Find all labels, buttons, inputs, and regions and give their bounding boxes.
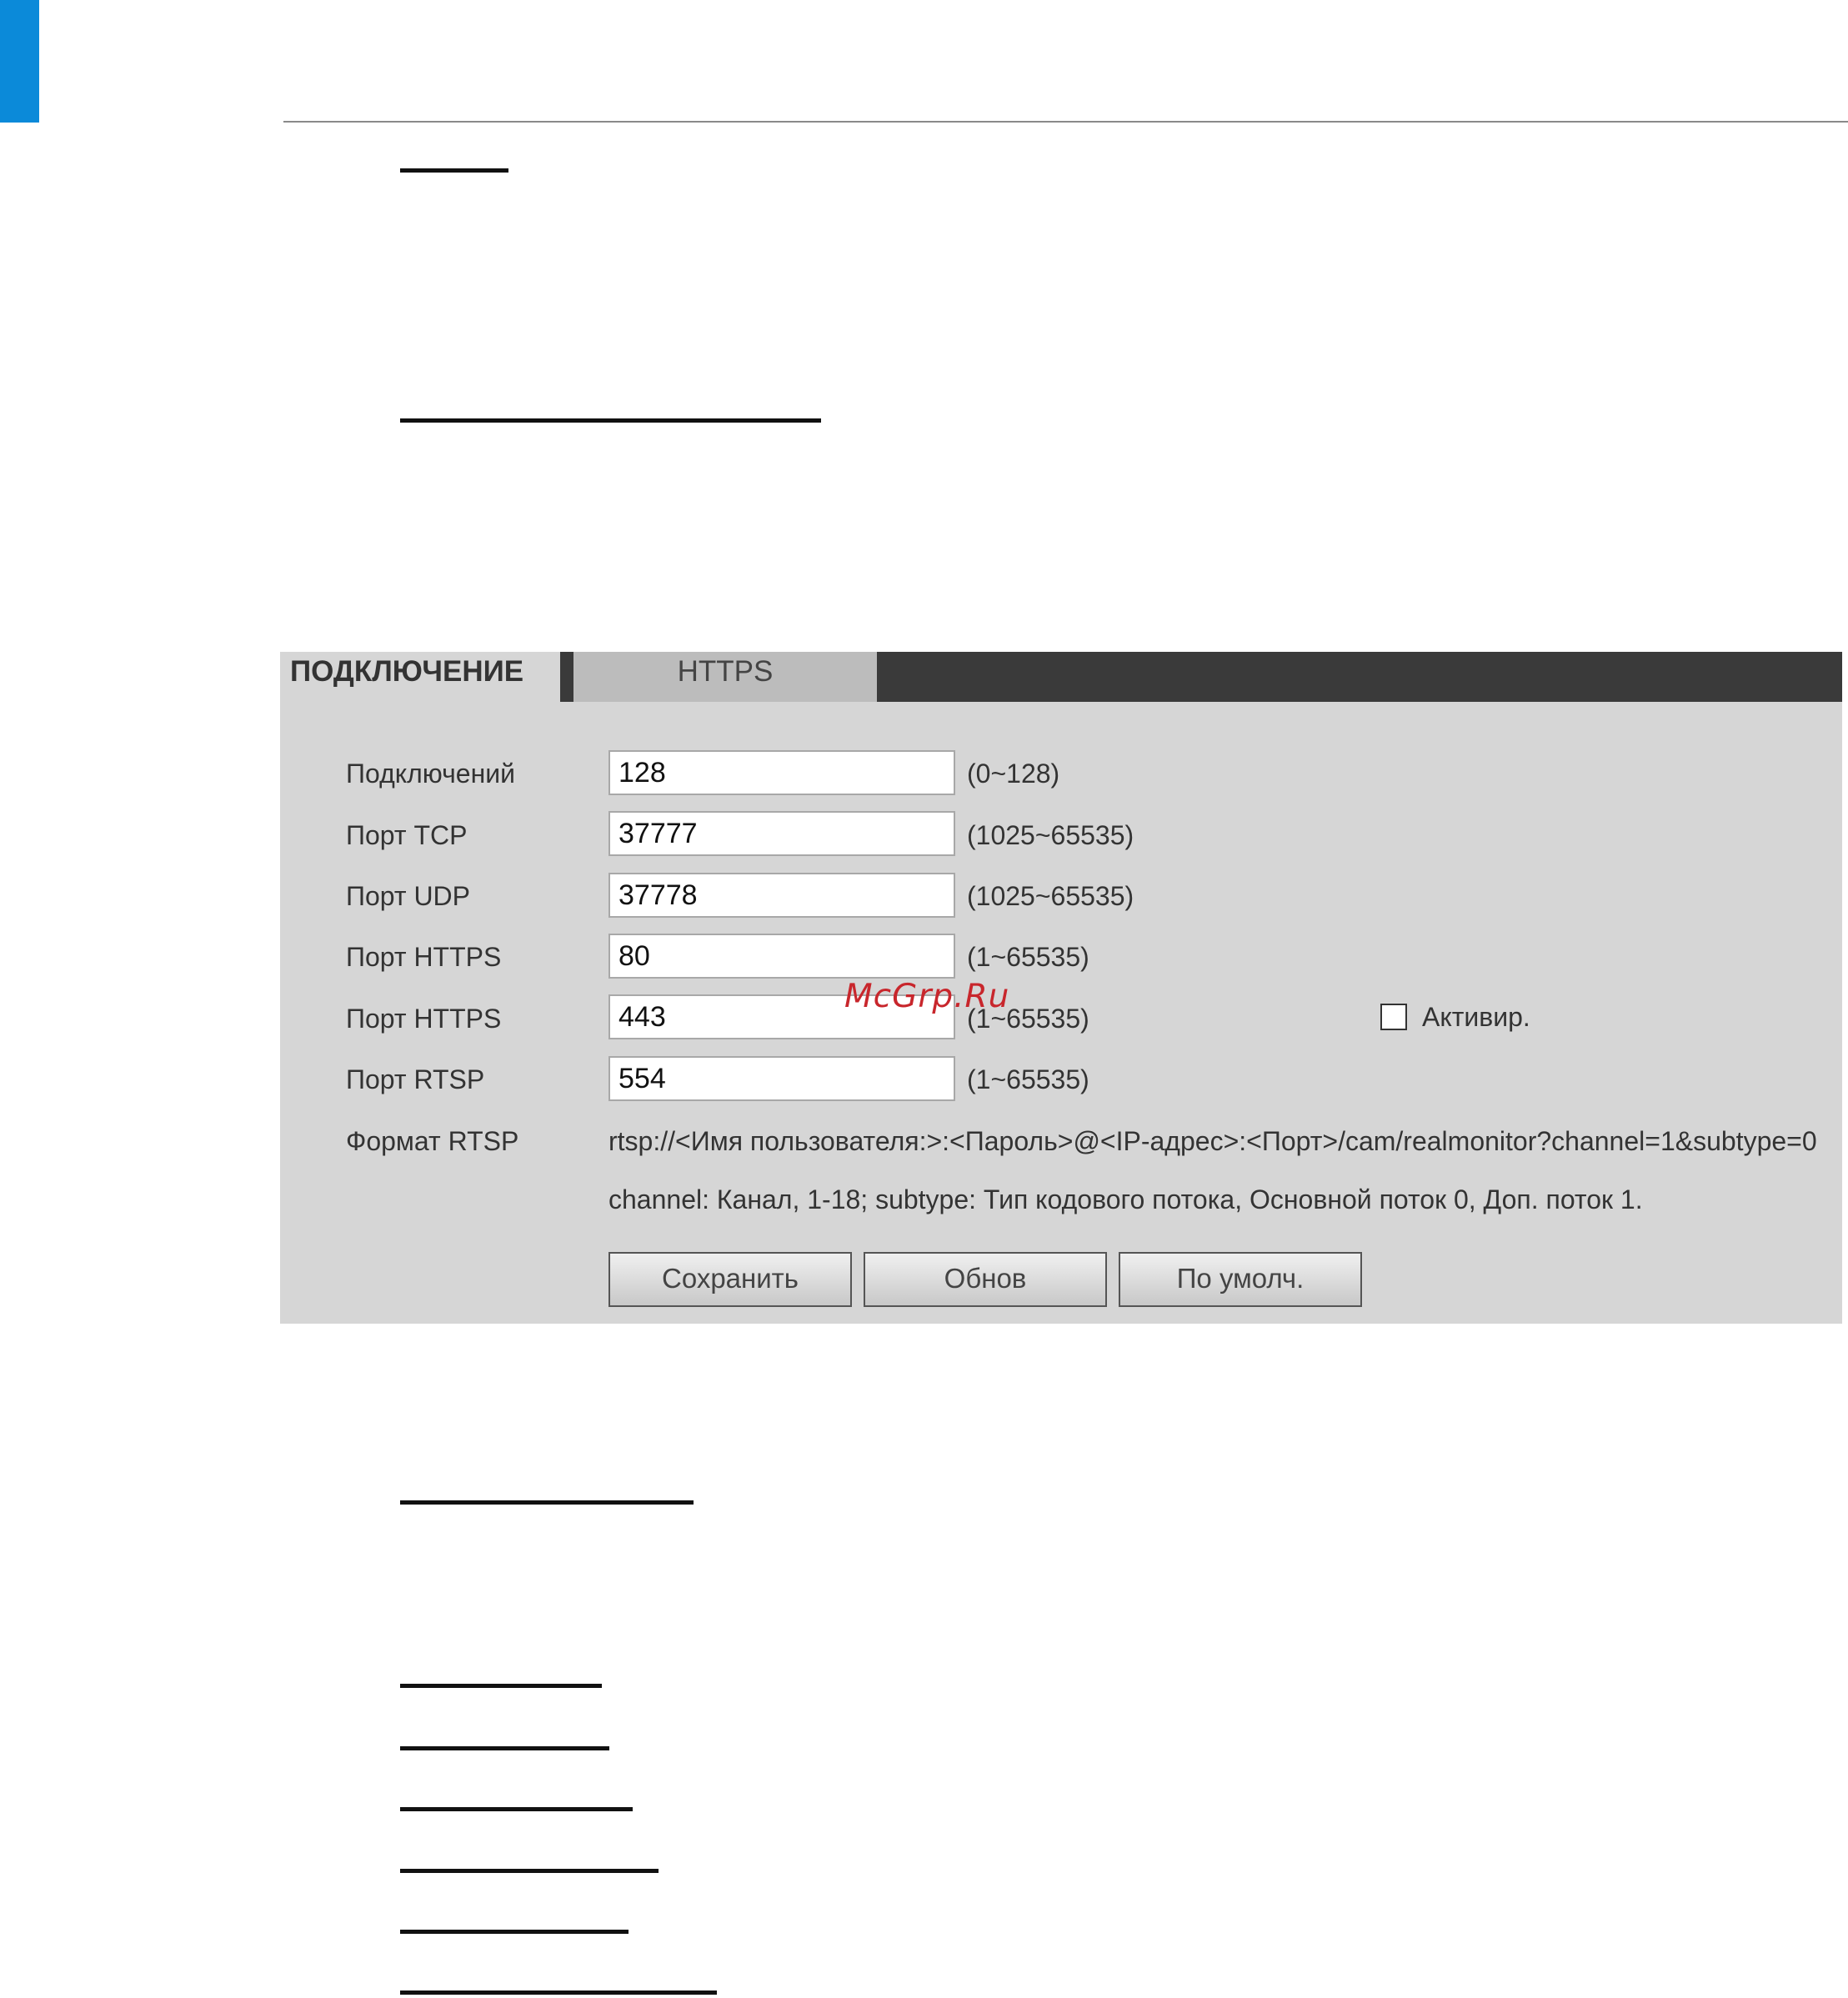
connection-settings-panel: ПОДКЛЮЧЕНИЕ HTTPS Подключений (0~128) По…	[280, 652, 1842, 1324]
heading-underline	[400, 1500, 694, 1505]
rtsp-format-note: channel: Канал, 1-18; subtype: Тип кодов…	[608, 1184, 1643, 1214]
max-connections-range: (0~128)	[967, 759, 1060, 789]
rtsp-port-input[interactable]	[608, 1056, 955, 1101]
tab-bar: ПОДКЛЮЧЕНИЕ HTTPS	[280, 652, 1842, 702]
list-underline	[400, 1990, 717, 1995]
list-underline	[400, 1807, 633, 1811]
rtsp-port-label: Порт RTSP	[346, 1064, 485, 1094]
max-connections-input[interactable]	[608, 750, 955, 795]
watermark: McGrp.Ru	[844, 978, 1010, 1015]
page-edge-tab	[0, 0, 39, 123]
udp-port-label: Порт UDP	[346, 881, 470, 911]
tab-separator	[565, 652, 573, 702]
udp-port-range: (1025~65535)	[967, 881, 1134, 911]
heading-underline	[400, 168, 508, 173]
rtsp-format-label: Формат RTSP	[346, 1126, 519, 1156]
list-underline	[400, 1869, 659, 1873]
save-button[interactable]: Сохранить	[608, 1252, 852, 1307]
header-rule	[283, 121, 1848, 123]
list-underline	[400, 1746, 609, 1750]
max-connections-label: Подключений	[346, 759, 515, 789]
http-port-range: (1~65535)	[967, 942, 1089, 972]
tcp-port-input[interactable]	[608, 811, 955, 856]
default-button[interactable]: По умолч.	[1119, 1252, 1362, 1307]
rtsp-port-range: (1~65535)	[967, 1064, 1089, 1094]
list-underline	[400, 1684, 602, 1688]
udp-port-input[interactable]	[608, 873, 955, 918]
tab-https[interactable]: HTTPS	[573, 652, 877, 702]
rtsp-format-text: rtsp://<Имя пользователя:>:<Пароль>@<IP-…	[608, 1126, 1817, 1156]
tcp-port-label: Порт TCP	[346, 820, 468, 850]
http-port-input[interactable]	[608, 934, 955, 979]
tab-connection[interactable]: ПОДКЛЮЧЕНИЕ	[280, 652, 560, 702]
https-enable-checkbox[interactable]	[1380, 1004, 1407, 1030]
list-underline	[400, 1930, 629, 1934]
heading-underline	[400, 418, 821, 423]
refresh-button[interactable]: Обнов	[864, 1252, 1107, 1307]
https-enable-label: Активир.	[1422, 1002, 1530, 1032]
https-port-label: Порт HTTPS	[346, 1004, 502, 1034]
tcp-port-range: (1025~65535)	[967, 820, 1134, 850]
http-port-label: Порт HTTPS	[346, 942, 502, 972]
